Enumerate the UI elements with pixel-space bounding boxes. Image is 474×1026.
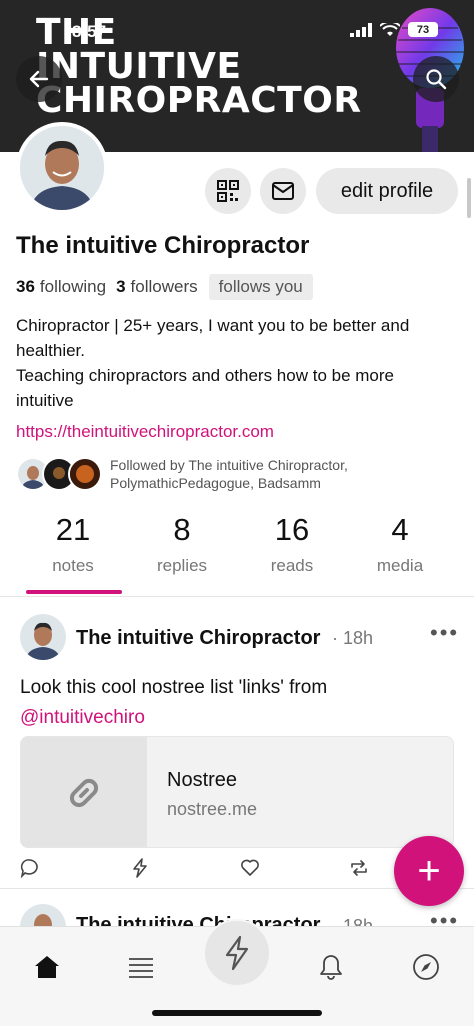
tab-notes-count: 21 [55, 512, 91, 547]
like-button[interactable] [238, 856, 262, 880]
bio-line-1: Chiropractor | 25+ years, I want you to … [16, 316, 410, 360]
follower-avatar-3 [68, 457, 102, 491]
qr-code-button[interactable] [205, 168, 251, 214]
profile-tabs: 21 notes 8 replies 16 reads 4 media [0, 512, 474, 596]
message-button[interactable] [260, 168, 306, 214]
followed-by-text: Followed by The intuitive Chiropractor, … [110, 456, 348, 492]
banner-title-line-3: CHIROPRACTOR [36, 80, 362, 121]
repost-icon [351, 860, 367, 876]
tab-replies-count: 8 [173, 512, 191, 547]
bottom-nav [0, 919, 474, 1026]
search-icon [426, 69, 447, 90]
followed-by[interactable]: Followed by The intuitive Chiropractor, … [16, 456, 348, 492]
tab-media-label: media [376, 556, 424, 575]
tab-replies[interactable]: 8 replies [127, 512, 237, 576]
profile-name: The intuitive Chiropractor [16, 232, 310, 259]
mail-icon [272, 182, 294, 200]
home-icon [35, 956, 59, 978]
followed-by-line-2: PolymathicPedagogue, Badsamm [110, 475, 321, 491]
bell-icon [320, 955, 342, 980]
qr-code-icon [217, 180, 239, 202]
follows-you-badge: follows you [208, 274, 313, 300]
avatar-image [20, 126, 104, 210]
compass-icon [413, 954, 439, 980]
comment-icon [20, 859, 38, 878]
follow-stats: 36 following 3 followers follows you [16, 274, 313, 300]
tab-notes-label: notes [52, 556, 94, 575]
link-preview-domain: nostree.me [167, 799, 258, 819]
nav-notifications[interactable] [311, 947, 351, 987]
following-label[interactable]: following [40, 277, 106, 297]
tab-reads-label: reads [270, 556, 314, 575]
post-time: · 18h [332, 628, 374, 648]
banner-title-line-2: INTUITIVE [36, 46, 242, 87]
arrow-left-icon [29, 70, 49, 88]
nav-home[interactable] [27, 947, 67, 987]
tab-replies-label: replies [156, 556, 208, 575]
tab-notes[interactable]: 21 notes [18, 512, 128, 576]
tab-reads-count: 16 [274, 512, 310, 547]
post-mention[interactable]: @intuitivechiro [20, 703, 440, 733]
post-author[interactable]: The intuitive Chiropractor [76, 627, 320, 650]
tab-media-count: 4 [391, 512, 409, 547]
list-icon [129, 958, 153, 978]
nav-feed[interactable] [121, 947, 161, 987]
wifi-icon [380, 22, 400, 36]
link-icon [69, 778, 99, 808]
search-button[interactable] [413, 56, 459, 102]
lightning-icon [133, 858, 147, 878]
reply-button[interactable] [18, 856, 42, 880]
post-text: Look this cool nostree list 'links' from… [20, 673, 440, 733]
home-indicator [152, 1010, 322, 1016]
profile-bio: Chiropractor | 25+ years, I want you to … [16, 313, 456, 413]
status-time: 8:57 [72, 22, 107, 41]
bio-line-2: Teaching chiropractors and others how to… [16, 366, 394, 410]
link-preview-thumb [21, 737, 147, 847]
signal-icon [350, 22, 372, 37]
repost-button[interactable] [347, 856, 371, 880]
battery-icon: 73 [408, 22, 438, 37]
divider [0, 596, 474, 597]
followers-label[interactable]: followers [131, 277, 198, 297]
link-preview-title: Nostree [167, 769, 238, 791]
lightning-icon [225, 935, 249, 971]
followed-by-line-1: Followed by The intuitive Chiropractor, [110, 457, 348, 473]
nav-zap[interactable] [203, 919, 271, 987]
profile-avatar[interactable] [16, 122, 108, 214]
scrollbar[interactable] [467, 178, 471, 218]
followers-count[interactable]: 3 [116, 277, 125, 297]
active-tab-indicator [26, 590, 122, 594]
edit-profile-button[interactable]: edit profile [316, 168, 458, 214]
tab-media[interactable]: 4 media [345, 512, 455, 576]
back-button[interactable] [16, 56, 62, 102]
post-more-button[interactable]: ••• [430, 620, 459, 646]
new-note-button[interactable]: + [394, 836, 464, 906]
tab-reads[interactable]: 16 reads [237, 512, 347, 576]
following-count[interactable]: 36 [16, 277, 35, 297]
post-avatar[interactable] [20, 614, 66, 660]
link-preview-card[interactable]: Nostree nostree.me [20, 736, 454, 848]
status-icons: 73 [350, 22, 438, 37]
zap-button[interactable] [128, 856, 152, 880]
website-link[interactable]: https://theintuitivechiropractor.com [16, 422, 274, 442]
heart-icon [241, 859, 259, 876]
post-text-body: Look this cool nostree list 'links' from [20, 677, 328, 698]
nav-explore[interactable] [406, 947, 446, 987]
